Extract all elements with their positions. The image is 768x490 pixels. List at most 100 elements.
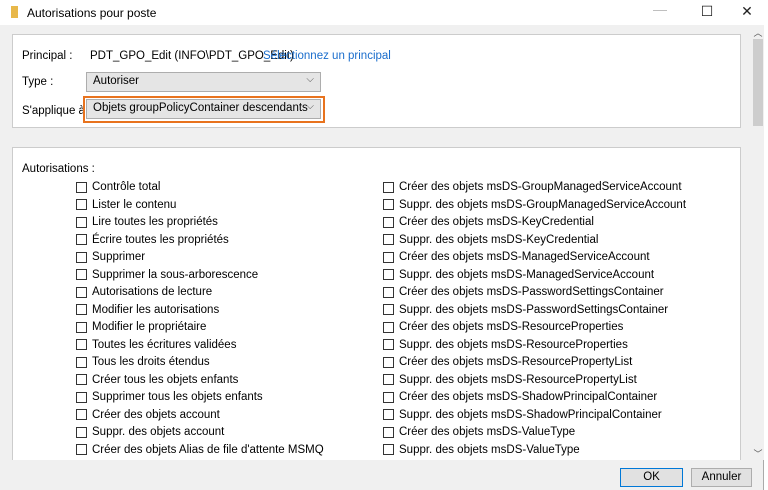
checkbox[interactable] bbox=[383, 286, 394, 298]
scroll-down-icon[interactable]: ﹀ bbox=[752, 447, 764, 460]
checkbox[interactable] bbox=[383, 339, 394, 350]
checkbox[interactable] bbox=[383, 409, 394, 420]
permission-checkbox[interactable]: Créer des objets msDS-ShadowPrincipalCon… bbox=[383, 389, 657, 405]
permission-checkbox[interactable]: Créer tous les objets enfants bbox=[76, 372, 238, 388]
checkbox[interactable] bbox=[383, 181, 394, 193]
permission-label: Supprimer bbox=[92, 251, 146, 263]
permission-checkbox[interactable]: Supprimer tous les objets enfants bbox=[76, 389, 263, 405]
checkbox[interactable] bbox=[76, 374, 87, 385]
checkbox[interactable] bbox=[383, 269, 394, 280]
checkbox[interactable] bbox=[76, 216, 87, 228]
checkbox[interactable] bbox=[383, 356, 394, 368]
checkbox[interactable] bbox=[76, 426, 87, 438]
type-select[interactable]: Autoriser ⌵ bbox=[86, 72, 321, 92]
permission-checkbox[interactable]: Suppr. des objets msDS-ResourcePropertyL… bbox=[383, 372, 637, 388]
permission-label: Autorisations de lecture bbox=[92, 286, 213, 298]
checkbox[interactable] bbox=[383, 321, 394, 333]
checkbox[interactable] bbox=[383, 374, 394, 385]
permission-label: Créer des objets msDS-PasswordSettingsCo… bbox=[399, 286, 664, 298]
permission-label: Supprimer la sous-arborescence bbox=[92, 268, 259, 281]
permission-checkbox[interactable]: Créer des objets msDS-ManagedServiceAcco… bbox=[383, 249, 650, 265]
permission-checkbox[interactable]: Suppr. des objets msDS-PasswordSettingsC… bbox=[383, 302, 668, 318]
principal-label: Principal : bbox=[22, 50, 73, 62]
permissions-panel: Autorisations : Contrôle total Lister le … bbox=[12, 147, 741, 460]
scroll-up-icon[interactable]: ︿ bbox=[752, 26, 764, 39]
folder-icon bbox=[11, 6, 18, 18]
checkbox[interactable] bbox=[76, 181, 87, 193]
checkbox[interactable] bbox=[383, 426, 394, 438]
checkbox[interactable] bbox=[76, 234, 87, 245]
checkbox[interactable] bbox=[76, 409, 87, 420]
applies-to-select[interactable]: Objets groupPolicyContainer descendants ⌵ bbox=[86, 99, 321, 119]
permission-checkbox[interactable]: Tous les droits étendus bbox=[76, 354, 210, 370]
permission-checkbox[interactable]: Créer des objets msDS-ResourceProperties bbox=[383, 319, 623, 335]
permission-checkbox[interactable]: Créer des objets msDS-KeyCredential bbox=[383, 214, 594, 230]
permission-checkbox[interactable]: Lister le contenu bbox=[76, 197, 176, 213]
permission-checkbox[interactable]: Créer des objets msDS-GroupManagedServic… bbox=[383, 179, 682, 195]
permission-label: Suppr. des objets msDS-KeyCredential bbox=[399, 233, 599, 246]
permission-checkbox[interactable]: Créer des objets msDS-ResourcePropertyLi… bbox=[383, 354, 632, 370]
permission-checkbox[interactable]: Écrire toutes les propriétés bbox=[76, 232, 229, 248]
checkbox[interactable] bbox=[76, 269, 87, 280]
permission-label: Créer des objets account bbox=[92, 408, 220, 421]
permission-label: Suppr. des objets msDS-PasswordSettingsC… bbox=[399, 303, 669, 316]
window-title: Autorisations pour poste bbox=[27, 6, 157, 20]
checkbox[interactable] bbox=[76, 339, 87, 350]
permission-checkbox[interactable]: Créer des objets Alias de file d'attente… bbox=[76, 442, 324, 458]
type-value: Autoriser bbox=[93, 75, 140, 87]
checkbox[interactable] bbox=[76, 321, 87, 333]
permission-checkbox[interactable]: Autorisations de lecture bbox=[76, 284, 212, 300]
permission-checkbox[interactable]: Suppr. des objets msDS-ValueType bbox=[383, 442, 580, 458]
checkbox[interactable] bbox=[76, 199, 87, 210]
permission-checkbox[interactable]: Modifier les autorisations bbox=[76, 302, 219, 318]
checkbox[interactable] bbox=[383, 234, 394, 245]
permission-checkbox[interactable]: Créer des objets msDS-ValueType bbox=[383, 424, 575, 440]
checkbox[interactable] bbox=[76, 391, 87, 403]
close-icon[interactable]: ✕ bbox=[737, 3, 757, 21]
checkbox[interactable] bbox=[383, 251, 394, 263]
permission-label: Créer des objets msDS-GroupManagedServic… bbox=[399, 181, 682, 193]
permission-label: Modifier les autorisations bbox=[92, 303, 220, 316]
permission-checkbox[interactable]: Suppr. des objets msDS-GroupManagedServi… bbox=[383, 197, 686, 213]
checkbox[interactable] bbox=[383, 199, 394, 210]
checkbox[interactable] bbox=[76, 356, 87, 368]
checkbox[interactable] bbox=[383, 304, 394, 315]
scrollbar-thumb[interactable] bbox=[753, 39, 763, 126]
permission-label: Suppr. des objets msDS-ResourcePropertie… bbox=[399, 338, 628, 351]
checkbox[interactable] bbox=[76, 444, 87, 455]
permission-checkbox[interactable]: Suppr. des objets msDS-ResourcePropertie… bbox=[383, 337, 628, 353]
checkbox[interactable] bbox=[383, 391, 394, 403]
minimize-icon[interactable]: — bbox=[650, 1, 670, 19]
permission-checkbox[interactable]: Créer des objets account bbox=[76, 407, 220, 423]
permission-checkbox[interactable]: Suppr. des objets msDS-ShadowPrincipalCo… bbox=[383, 407, 662, 423]
permission-checkbox[interactable]: Suppr. des objets msDS-ManagedServiceAcc… bbox=[383, 267, 654, 283]
checkbox[interactable] bbox=[76, 304, 87, 315]
cancel-button[interactable]: Annuler bbox=[691, 468, 752, 487]
permission-label: Modifier le propriétaire bbox=[92, 321, 207, 333]
checkbox[interactable] bbox=[76, 286, 87, 298]
permission-label: Créer des objets msDS-ResourceProperties bbox=[399, 321, 624, 333]
permission-checkbox[interactable]: Toutes les écritures validées bbox=[76, 337, 236, 353]
permission-checkbox[interactable]: Contrôle total bbox=[76, 179, 160, 195]
permission-checkbox[interactable]: Suppr. des objets account bbox=[76, 424, 224, 440]
permission-checkbox[interactable]: Suppr. des objets msDS-KeyCredential bbox=[383, 232, 598, 248]
permission-label: Suppr. des objets msDS-ManagedServiceAcc… bbox=[399, 268, 655, 281]
ok-button[interactable]: OK bbox=[620, 468, 683, 487]
permission-checkbox[interactable]: Créer des objets msDS-PasswordSettingsCo… bbox=[383, 284, 664, 300]
permission-label: Toutes les écritures validées bbox=[92, 338, 237, 351]
permission-checkbox[interactable]: Lire toutes les propriétés bbox=[76, 214, 218, 230]
checkbox[interactable] bbox=[383, 216, 394, 228]
permission-checkbox[interactable]: Supprimer la sous-arborescence bbox=[76, 267, 258, 283]
select-principal-link[interactable]: Sélectionnez un principal bbox=[263, 50, 391, 62]
permission-label: Suppr. des objets msDS-ValueType bbox=[399, 443, 580, 456]
scrollbar[interactable]: ︿ ﹀ bbox=[752, 25, 764, 460]
type-label: Type : bbox=[22, 76, 54, 88]
permission-label: Lire toutes les propriétés bbox=[92, 216, 218, 228]
checkbox[interactable] bbox=[383, 444, 394, 455]
permission-label: Suppr. des objets msDS-ShadowPrincipalCo… bbox=[399, 408, 662, 421]
permission-checkbox[interactable]: Modifier le propriétaire bbox=[76, 319, 206, 335]
checkbox[interactable] bbox=[76, 251, 87, 263]
permission-label: Contrôle total bbox=[92, 181, 161, 193]
permission-checkbox[interactable]: Supprimer bbox=[76, 249, 145, 265]
maximize-icon[interactable]: ☐ bbox=[697, 3, 717, 21]
